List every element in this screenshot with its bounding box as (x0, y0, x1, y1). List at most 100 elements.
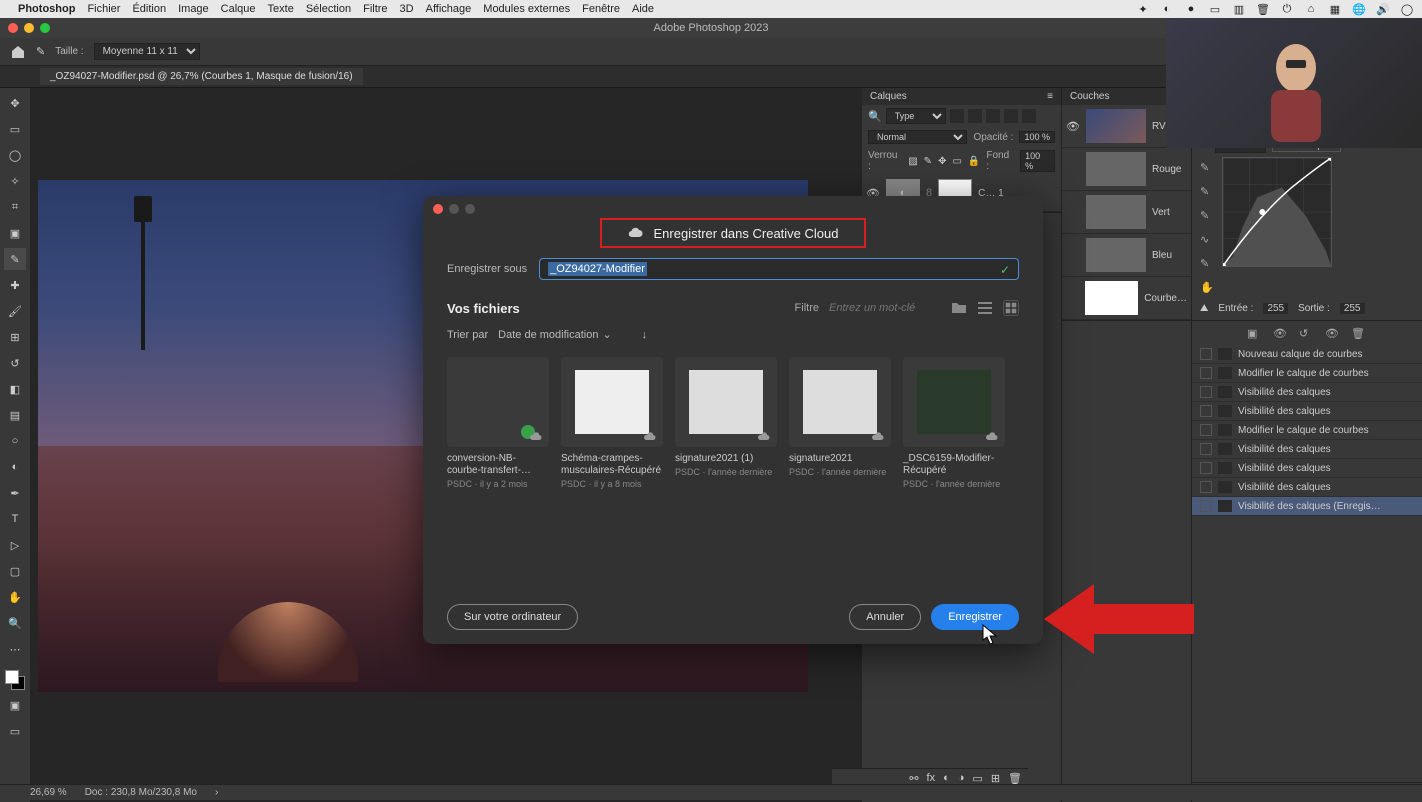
menu-image[interactable]: Image (178, 3, 209, 15)
pen-tool[interactable]: ✒ (4, 482, 26, 504)
channel-item[interactable]: Rouge (1062, 148, 1191, 191)
history-item[interactable]: Nouveau calque de courbes (1192, 345, 1422, 364)
history-checkbox[interactable] (1200, 500, 1212, 512)
channels-tab[interactable]: Couches (1070, 91, 1109, 102)
menubar-icon[interactable]: ▦ (1328, 2, 1342, 16)
home-icon[interactable] (10, 44, 26, 60)
history-item[interactable]: Visibilité des calques (1192, 440, 1422, 459)
curve-eyedropper-icon[interactable]: ✎ (1200, 185, 1216, 201)
file-thumbnail[interactable] (903, 357, 1005, 447)
dialog-maximize-button[interactable] (465, 204, 475, 214)
stamp-tool[interactable]: ⊞ (4, 326, 26, 348)
history-item[interactable]: Visibilité des calques (1192, 478, 1422, 497)
history-brush-tool[interactable]: ↺ (4, 352, 26, 374)
history-item[interactable]: Visibilité des calques (1192, 459, 1422, 478)
history-checkbox[interactable] (1200, 443, 1212, 455)
app-name[interactable]: Photoshop (18, 3, 75, 15)
menu-affichage[interactable]: Affichage (426, 3, 472, 15)
blur-tool[interactable]: ○ (4, 430, 26, 452)
frame-tool[interactable]: ▣ (4, 222, 26, 244)
sort-select[interactable]: Date de modification ⌄ (498, 328, 612, 341)
clip-icon[interactable]: ▣ (1247, 327, 1263, 339)
lock-icon[interactable]: 🔒 (968, 156, 980, 167)
filename-input[interactable]: _OZ94027-Modifier ✓ (539, 258, 1019, 280)
history-checkbox[interactable] (1200, 386, 1212, 398)
foreground-color[interactable] (5, 670, 19, 684)
channel-thumbnail[interactable] (1086, 195, 1146, 229)
menubar-icon[interactable]: ⏻ (1280, 2, 1294, 16)
history-checkbox[interactable] (1200, 481, 1212, 493)
eyedropper-tool[interactable]: ✎ (4, 248, 26, 270)
filter-shape-icon[interactable] (1004, 109, 1018, 123)
history-item[interactable]: Visibilité des calques (1192, 383, 1422, 402)
opacity-value[interactable]: 100 % (1019, 131, 1055, 143)
menubar-icon[interactable]: ◯ (1400, 2, 1414, 16)
quickmask-tool[interactable]: ▣ (4, 694, 26, 716)
close-window-button[interactable] (8, 23, 18, 33)
file-thumbnail[interactable] (561, 357, 663, 447)
eyedropper-icon[interactable]: ✎ (36, 45, 45, 58)
more-tool[interactable]: ⋯ (4, 638, 26, 660)
path-tool[interactable]: ▷ (4, 534, 26, 556)
file-thumbnail[interactable] (675, 357, 777, 447)
menubar-icon[interactable]: ▭ (1208, 2, 1222, 16)
screenmode-tool[interactable]: ▭ (4, 720, 26, 742)
list-view-icon[interactable] (977, 300, 993, 316)
layer-filter-type[interactable]: Type (886, 108, 946, 124)
menu-calque[interactable]: Calque (221, 3, 256, 15)
curve-eyedropper-icon[interactable]: ✎ (1200, 161, 1216, 177)
foreground-background-colors[interactable] (5, 670, 25, 690)
history-checkbox[interactable] (1200, 462, 1212, 474)
menubar-icon[interactable]: 🌐 (1352, 2, 1366, 16)
channel-thumbnail[interactable] (1086, 152, 1146, 186)
channel-thumbnail[interactable] (1086, 238, 1146, 272)
zoom-tool[interactable]: 🔍 (4, 612, 26, 634)
visibility-icon[interactable]: 👁 (1325, 327, 1341, 339)
crop-tool[interactable]: ⌗ (4, 196, 26, 218)
move-tool[interactable]: ✥ (4, 92, 26, 114)
visibility-icon[interactable]: 👁 (1066, 120, 1080, 133)
channel-item[interactable]: Vert (1062, 191, 1191, 234)
size-select[interactable]: Moyenne 11 x 11 (94, 43, 200, 60)
blend-mode-select[interactable]: Normal (868, 130, 967, 144)
dialog-close-button[interactable] (433, 204, 443, 214)
panel-menu-icon[interactable]: ≡ (1047, 91, 1053, 102)
filter-image-icon[interactable] (950, 109, 964, 123)
menu-3d[interactable]: 3D (400, 3, 414, 15)
menubar-icon[interactable]: ▥ (1232, 2, 1246, 16)
dialog-minimize-button[interactable] (449, 204, 459, 214)
lock-icon[interactable]: ▨ (908, 156, 917, 167)
history-checkbox[interactable] (1200, 348, 1212, 360)
output-value[interactable]: 255 (1340, 303, 1365, 314)
file-card[interactable]: Schéma-crampes-musculaires-RécupéréPSDC … (561, 357, 663, 584)
curve-hand-icon[interactable]: ✋ (1200, 281, 1216, 297)
volume-icon[interactable]: 🔊 (1376, 2, 1390, 16)
menubar-icon[interactable]: ✦ (1136, 2, 1150, 16)
trash-icon[interactable]: 🗑 (1351, 327, 1367, 339)
doc-info-chevron-icon[interactable]: › (215, 787, 218, 798)
lock-icon[interactable]: ✎ (924, 156, 932, 167)
save-button[interactable]: Enregistrer (931, 604, 1019, 630)
new-folder-icon[interactable] (951, 300, 967, 316)
eraser-tool[interactable]: ◧ (4, 378, 26, 400)
menubar-icon[interactable]: ◐ (1160, 2, 1174, 16)
menu-aide[interactable]: Aide (632, 3, 654, 15)
curve-eyedropper-icon[interactable]: ✎ (1200, 209, 1216, 225)
layers-tab[interactable]: Calques (870, 91, 907, 102)
history-item[interactable]: Modifier le calque de courbes (1192, 364, 1422, 383)
history-checkbox[interactable] (1200, 405, 1212, 417)
sort-direction-icon[interactable]: ↓ (642, 329, 648, 341)
lock-icon[interactable]: ▭ (952, 156, 961, 167)
curve-point-icon[interactable]: ∿ (1200, 233, 1216, 249)
menu-selection[interactable]: Sélection (306, 3, 351, 15)
file-thumbnail[interactable] (789, 357, 891, 447)
menu-fichier[interactable]: Fichier (87, 3, 120, 15)
save-on-computer-button[interactable]: Sur votre ordinateur (447, 604, 578, 630)
menu-filtre[interactable]: Filtre (363, 3, 387, 15)
view-icon[interactable]: 👁 (1273, 327, 1289, 339)
channel-thumbnail[interactable] (1085, 281, 1139, 315)
curves-graph[interactable] (1222, 157, 1332, 267)
marquee-tool[interactable]: ▭ (4, 118, 26, 140)
history-item[interactable]: Modifier le calque de courbes (1192, 421, 1422, 440)
type-tool[interactable]: T (4, 508, 26, 530)
